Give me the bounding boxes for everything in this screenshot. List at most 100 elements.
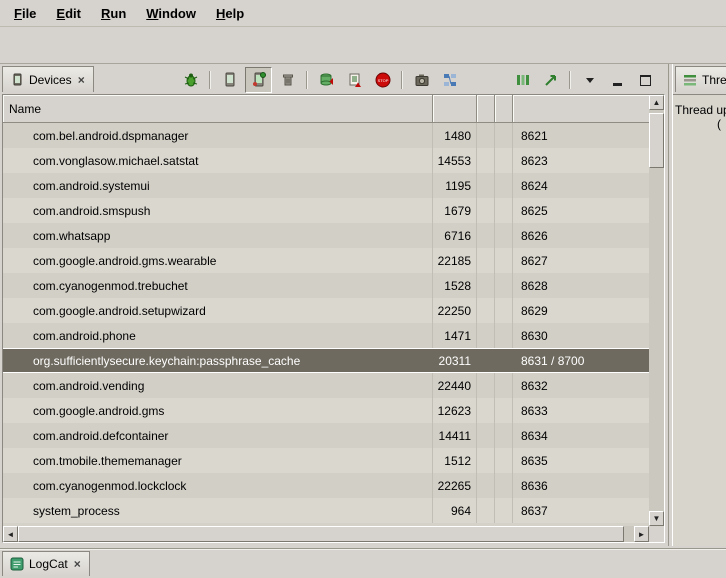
update-heap-icon[interactable] [314, 68, 339, 92]
process-name-cell: com.cyanogenmod.lockclock [3, 473, 433, 498]
process-name-cell: org.sufficientlysecure.keychain:passphra… [3, 349, 433, 372]
device-active-icon[interactable] [245, 67, 272, 93]
process-name-cell: com.android.phone [3, 323, 433, 348]
blank-cell [495, 273, 513, 298]
menu-item-window[interactable]: Window [136, 2, 206, 25]
process-name-cell: com.google.android.gms.wearable [3, 248, 433, 273]
port-cell: 8631 / 8700 [513, 349, 649, 372]
table-row[interactable]: system_process9648637 [3, 498, 649, 523]
pid-cell: 1679 [433, 198, 477, 223]
toolbar-separator [209, 71, 211, 89]
process-name-cell: com.google.android.gms [3, 398, 433, 423]
blank-cell [477, 473, 495, 498]
table-row[interactable]: com.android.phone14718630 [3, 323, 649, 348]
menu-item-help[interactable]: Help [206, 2, 254, 25]
pid-cell: 22185 [433, 248, 477, 273]
vertical-scroll-thumb[interactable] [649, 113, 664, 168]
blank-cell [477, 223, 495, 248]
horizontal-scroll-thumb[interactable] [18, 526, 624, 542]
thread-updates-icon[interactable] [510, 68, 535, 92]
table-row[interactable]: com.google.android.setupwizard222508629 [3, 298, 649, 323]
logcat-tab-icon [10, 557, 24, 571]
process-name-cell: com.android.vending [3, 373, 433, 398]
toolbar-separator [306, 71, 308, 89]
maximize-icon[interactable] [633, 68, 658, 92]
pid-cell: 1195 [433, 173, 477, 198]
blank-cell [495, 198, 513, 223]
blank-cell [477, 298, 495, 323]
threads-panel: Threads Thread up ( [672, 64, 726, 546]
screenshot-icon[interactable] [409, 68, 434, 92]
hierarchy-icon[interactable] [437, 68, 462, 92]
blank-cell [477, 198, 495, 223]
threads-message-line2: ( [717, 117, 726, 131]
blank-cell [495, 248, 513, 273]
table-row[interactable]: com.vonglasow.michael.satstat145538623 [3, 148, 649, 173]
devices-toolbar: STOP [178, 67, 658, 93]
menu-item-run[interactable]: Run [91, 2, 136, 25]
scroll-right-icon[interactable]: ► [634, 526, 649, 542]
scroll-up-icon[interactable]: ▲ [649, 95, 664, 110]
devices-tab-icon [10, 73, 24, 87]
threads-tab-icon [683, 73, 697, 87]
tab-logcat[interactable]: LogCat × [2, 551, 90, 576]
threads-tab-label: Threads [702, 73, 726, 87]
device-process-table: Name com.bel.android.dspmanager14808621c… [2, 94, 665, 543]
table-row[interactable]: com.google.android.gms126238633 [3, 398, 649, 423]
main-toolbar-strip [0, 27, 726, 64]
process-name-cell: com.tmobile.thememanager [3, 448, 433, 473]
column-header-pid[interactable] [433, 95, 477, 123]
scroll-down-icon[interactable]: ▼ [649, 511, 664, 526]
column-header-port[interactable] [513, 95, 649, 123]
column-header-blank[interactable] [477, 95, 495, 123]
table-row[interactable]: com.cyanogenmod.trebuchet15288628 [3, 273, 649, 298]
table-row[interactable]: com.android.smspush16798625 [3, 198, 649, 223]
table-row[interactable]: com.android.defcontainer144118634 [3, 423, 649, 448]
column-header-name[interactable]: Name [3, 95, 433, 123]
horizontal-scrollbar[interactable]: ◄ ► [3, 526, 649, 542]
process-name-cell: com.android.systemui [3, 173, 433, 198]
menu-item-file[interactable]: File [4, 2, 46, 25]
column-header-blank[interactable] [495, 95, 513, 123]
process-name-cell: com.cyanogenmod.trebuchet [3, 273, 433, 298]
table-row[interactable]: com.android.systemui11958624 [3, 173, 649, 198]
heap-updates-icon[interactable] [538, 68, 563, 92]
pid-cell: 14411 [433, 423, 477, 448]
process-name-cell: com.whatsapp [3, 223, 433, 248]
device-icon[interactable] [217, 68, 242, 92]
dump-hprof-icon[interactable] [342, 68, 367, 92]
port-cell: 8625 [513, 198, 649, 223]
table-row[interactable]: com.tmobile.thememanager1512 8635 [3, 448, 649, 473]
table-row[interactable]: com.whatsapp67168626 [3, 223, 649, 248]
stop-process-icon[interactable]: STOP [370, 68, 395, 92]
blank-cell [477, 373, 495, 398]
tab-threads[interactable]: Threads [675, 66, 726, 92]
pid-cell: 1512 [433, 448, 477, 473]
blank-cell [477, 123, 495, 148]
vertical-scrollbar[interactable]: ▲ ▼ [649, 95, 664, 526]
logcat-tab-close-icon[interactable]: × [73, 557, 82, 571]
table-row[interactable]: com.google.android.gms.wearable221858627 [3, 248, 649, 273]
table-row[interactable]: com.cyanogenmod.lockclock222658636 [3, 473, 649, 498]
tab-devices[interactable]: Devices × [2, 66, 94, 92]
scroll-left-icon[interactable]: ◄ [3, 526, 18, 542]
port-cell: 8635 [513, 448, 649, 473]
scrollbar-corner [649, 526, 664, 542]
table-row[interactable]: com.android.vending224408632 [3, 373, 649, 398]
blank-cell [477, 423, 495, 448]
trash-icon[interactable] [275, 68, 300, 92]
table-row[interactable]: org.sufficientlysecure.keychain:passphra… [3, 348, 649, 373]
blank-cell [495, 173, 513, 198]
pid-cell: 964 [433, 498, 477, 523]
port-cell: 8633 [513, 398, 649, 423]
table-row[interactable]: com.bel.android.dspmanager14808621 [3, 123, 649, 148]
debug-icon[interactable] [178, 68, 203, 92]
view-menu-icon[interactable] [577, 68, 602, 92]
blank-cell [477, 498, 495, 523]
minimize-icon[interactable] [605, 68, 630, 92]
devices-tab-close-icon[interactable]: × [77, 73, 86, 87]
port-cell: 8621 [513, 123, 649, 148]
menu-item-edit[interactable]: Edit [46, 2, 91, 25]
port-cell: 8623 [513, 148, 649, 173]
blank-cell [477, 398, 495, 423]
